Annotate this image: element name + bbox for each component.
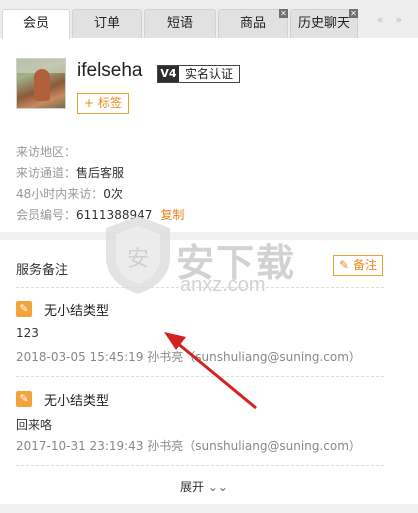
add-tag-button[interactable]: + 标签 <box>77 93 129 114</box>
tab-orders[interactable]: 订单 <box>72 9 142 38</box>
visit-count: 48小时内来访：0次 <box>16 185 123 202</box>
tab-bar: 会员 订单 短语 商品 ✕ 历史聊天 ✕ « » <box>0 0 418 39</box>
visits-label: 48小时内来访： <box>16 187 104 201</box>
level-badge: V4 <box>158 66 179 82</box>
tab-label: 订单 <box>93 16 120 31</box>
note-content: 123 <box>16 326 39 340</box>
avatar <box>16 58 66 109</box>
visits-value: 0次 <box>103 187 123 201</box>
verify-label: 实名认证 <box>179 66 240 82</box>
watermark-logo: 安 <box>106 216 170 294</box>
tab-label: 历史聊天 <box>297 16 350 31</box>
member-label: 会员编号： <box>16 208 77 222</box>
tab-scroll-arrows-icon[interactable]: « » <box>377 13 406 26</box>
tab-phrases[interactable]: 短语 <box>144 9 216 38</box>
tab-member[interactable]: 会员 <box>2 9 70 39</box>
verify-badge: V4 实名认证 <box>157 65 241 83</box>
pencil-icon: ✎ <box>16 391 32 407</box>
close-icon[interactable]: ✕ <box>349 9 358 18</box>
close-icon[interactable]: ✕ <box>279 9 288 18</box>
watermark-badge: 安 <box>127 247 149 272</box>
username: ifelseha <box>77 60 143 81</box>
tab-chat-history[interactable]: 历史聊天 ✕ <box>290 9 358 38</box>
add-note-label: 备注 <box>352 258 377 272</box>
service-notes-title: 服务备注 <box>16 263 69 278</box>
channel-value: 售后客服 <box>76 166 125 180</box>
note-type: 无小结类型 <box>44 394 110 409</box>
tab-label: 商品 <box>239 16 266 31</box>
divider <box>16 376 384 377</box>
pencil-icon: ✎ <box>16 301 32 317</box>
divider <box>16 287 384 288</box>
note-type: 无小结类型 <box>44 304 110 319</box>
note-meta: 2018-03-05 15:45:19 孙书亮（sunshuliang@suni… <box>16 350 361 364</box>
expand-label: 展开 <box>180 480 205 494</box>
divider <box>16 465 384 466</box>
chevron-down-icon: ⌄⌄ <box>207 480 228 494</box>
tab-label: 短语 <box>166 16 193 31</box>
channel-label: 来访通道： <box>16 166 77 180</box>
region-label: 来访地区： <box>16 145 77 159</box>
tab-label: 会员 <box>22 16 49 31</box>
note-meta: 2017-10-31 23:19:43 孙书亮（sunshuliang@suni… <box>16 439 361 453</box>
divider <box>0 504 418 513</box>
visit-region: 来访地区： <box>16 143 76 160</box>
expand-button[interactable]: 展开 ⌄⌄ <box>180 478 228 495</box>
visit-channel: 来访通道：售后客服 <box>16 164 124 181</box>
tab-products[interactable]: 商品 ✕ <box>218 9 288 38</box>
watermark-sub: anxz.com <box>180 274 266 296</box>
add-note-button[interactable]: ✎ 备注 <box>333 255 383 276</box>
note-content: 回来咯 <box>16 418 53 432</box>
pencil-icon: ✎ <box>339 258 350 272</box>
